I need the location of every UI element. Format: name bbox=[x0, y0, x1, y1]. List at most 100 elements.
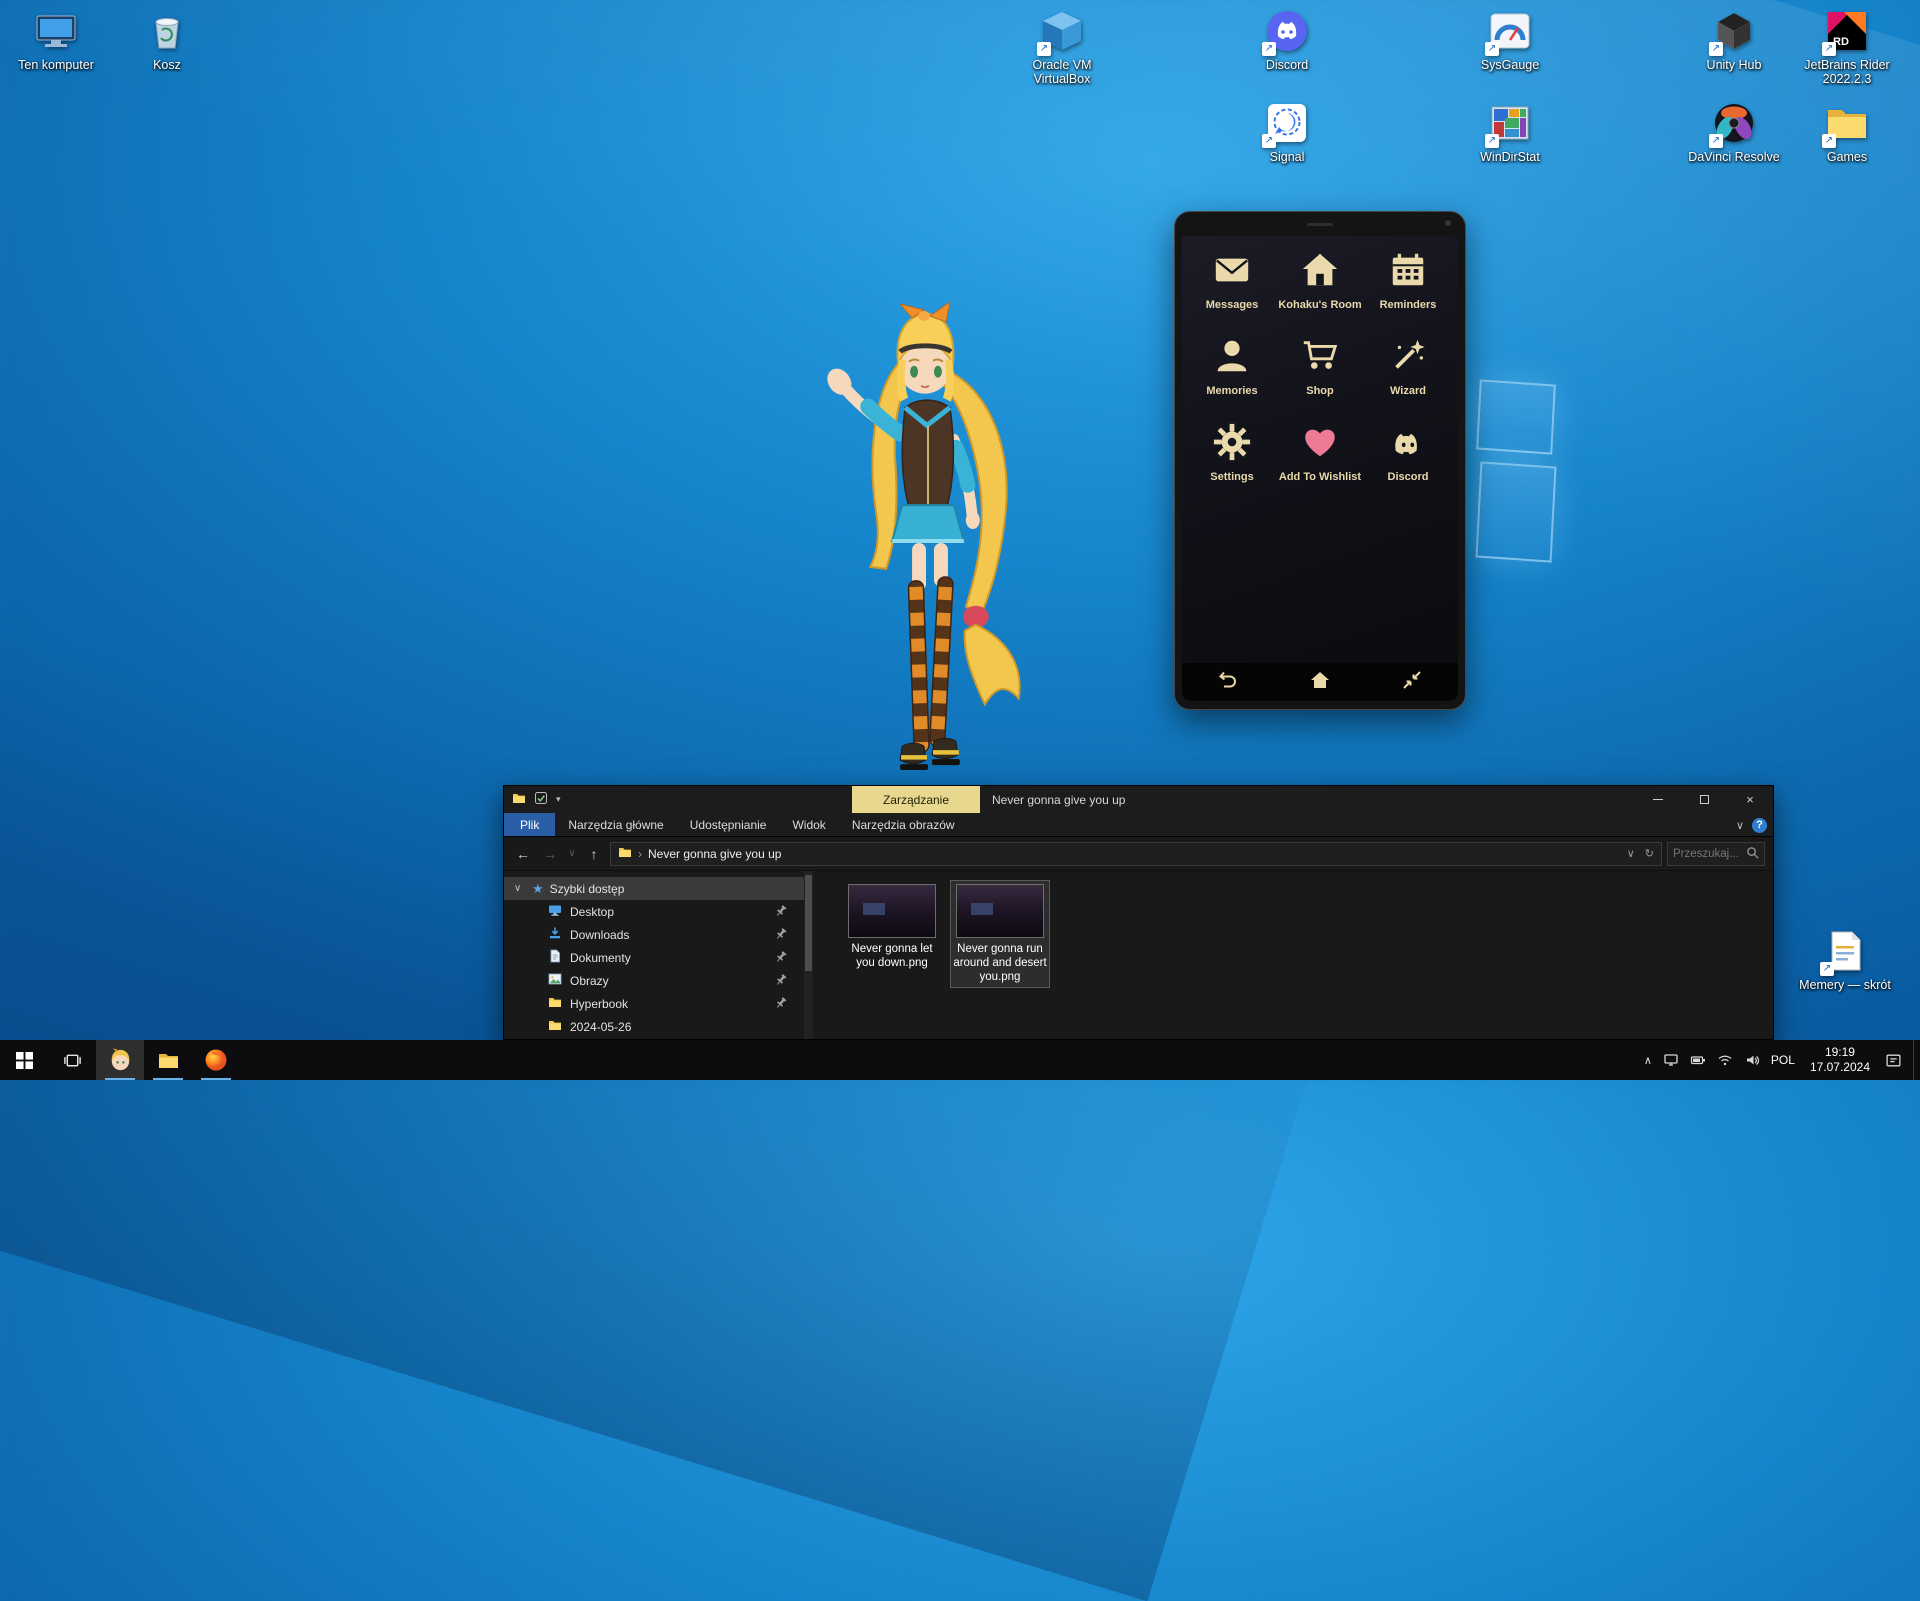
phone-minimize-button[interactable] bbox=[1392, 667, 1432, 697]
desktop-icon-unity-hub[interactable]: ↗ Unity Hub bbox=[1686, 8, 1782, 72]
refresh-icon[interactable]: ↻ bbox=[1645, 847, 1654, 860]
back-button[interactable]: ← bbox=[512, 846, 534, 862]
qat-properties-button[interactable] bbox=[534, 791, 548, 808]
sidebar-item-downloads[interactable]: Downloads bbox=[504, 923, 804, 946]
contextual-tab-zarzadzanie[interactable]: Zarządzanie bbox=[852, 786, 980, 813]
taskbar-kohaku-app[interactable] bbox=[96, 1040, 144, 1080]
phone-app-discord[interactable]: Discord bbox=[1364, 422, 1452, 496]
sidebar-item-dokumenty[interactable]: Dokumenty bbox=[504, 946, 804, 969]
desktop-icon-label: WinDirStat bbox=[1480, 150, 1540, 164]
file-item[interactable]: Never gonna let you down.png bbox=[843, 881, 941, 973]
search-input[interactable] bbox=[1673, 848, 1742, 860]
tab-udostepnianie[interactable]: Udostępnianie bbox=[677, 813, 780, 836]
desktop-icon-rider[interactable]: RD↗ JetBrains Rider 2022.2.3 bbox=[1799, 8, 1895, 87]
minimize-button[interactable] bbox=[1635, 786, 1681, 813]
taskbar-firefox[interactable] bbox=[192, 1040, 240, 1080]
sidebar-scrollbar[interactable] bbox=[804, 871, 813, 1039]
desktop-icon bbox=[548, 903, 562, 920]
file-name: Never gonna run around and desert you.pn… bbox=[953, 942, 1047, 984]
desktop-icon-davinci-resolve[interactable]: ↗ DaVinci Resolve bbox=[1686, 100, 1782, 164]
phone-app-memories[interactable]: Memories bbox=[1188, 336, 1276, 410]
address-folder-icon bbox=[618, 845, 632, 862]
phone-app-messages[interactable]: Messages bbox=[1188, 250, 1276, 324]
back-arrow-icon bbox=[1217, 669, 1239, 696]
desktop-icon-sysgauge[interactable]: ↗ SysGauge bbox=[1462, 8, 1558, 72]
firefox-icon bbox=[204, 1048, 228, 1072]
shortcut-arrow-badge: ↗ bbox=[1822, 134, 1836, 148]
desktop-icon-recycle-bin[interactable]: Kosz bbox=[119, 8, 215, 72]
phone-app-reminders[interactable]: Reminders bbox=[1364, 250, 1452, 324]
qat-customize-button[interactable]: ▾ bbox=[556, 794, 561, 805]
search-box[interactable] bbox=[1667, 842, 1765, 866]
kohaku-character[interactable] bbox=[812, 302, 1042, 785]
folder-icon: ↗ bbox=[1824, 100, 1870, 146]
hidden-icons-chevron[interactable]: ∧ bbox=[1644, 1054, 1652, 1067]
tab-plik[interactable]: Plik bbox=[504, 813, 555, 836]
phone-home-button[interactable] bbox=[1300, 667, 1340, 697]
phone-back-button[interactable] bbox=[1208, 667, 1248, 697]
forward-button[interactable]: → bbox=[539, 846, 561, 862]
action-center-icon[interactable] bbox=[1885, 1052, 1902, 1069]
window-title: Never gonna give you up bbox=[992, 786, 1125, 813]
desktop-icon-virtualbox[interactable]: ↗ Oracle VM VirtualBox bbox=[1014, 8, 1110, 87]
address-dropdown-icon[interactable]: ∨ bbox=[1627, 847, 1635, 860]
file-list: Never gonna let you down.png Never gonna… bbox=[813, 871, 1773, 1039]
breadcrumb[interactable]: Never gonna give you up bbox=[648, 847, 781, 861]
tab-narzedzia-glowne[interactable]: Narzędzia główne bbox=[555, 813, 676, 836]
ribbon-collapse-button[interactable]: ∨ bbox=[1736, 819, 1744, 832]
desktop-icon-discord[interactable]: ↗ Discord bbox=[1239, 8, 1335, 72]
address-bar[interactable]: › Never gonna give you up ∨ ↻ bbox=[610, 842, 1662, 866]
companion-phone-panel: Messages Kohaku's Room Reminders Memorie… bbox=[1174, 211, 1466, 710]
file-name: Never gonna let you down.png bbox=[845, 942, 939, 970]
shortcut-arrow-badge: ↗ bbox=[1709, 42, 1723, 56]
sidebar-item-desktop[interactable]: Desktop bbox=[504, 900, 804, 923]
phone-app-shop[interactable]: Shop bbox=[1276, 336, 1364, 410]
expander-icon[interactable]: ∨ bbox=[514, 883, 526, 894]
sidebar-item-hyperbook[interactable]: Hyperbook bbox=[504, 992, 804, 1015]
sidebar-item-folder[interactable]: 2024-05-26 bbox=[504, 1015, 804, 1038]
tray-volume-icon[interactable] bbox=[1744, 1052, 1760, 1068]
file-explorer-icon bbox=[157, 1049, 180, 1072]
desktop-icon-windirstat[interactable]: ↗ WinDirStat bbox=[1462, 100, 1558, 164]
desktop-icon-memery[interactable]: ↗ Memery — skrót bbox=[1797, 928, 1893, 992]
start-button[interactable] bbox=[0, 1040, 48, 1080]
taskbar-clock[interactable]: 19:19 17.07.2024 bbox=[1806, 1045, 1874, 1075]
file-thumbnail bbox=[848, 884, 936, 938]
file-explorer-window: ▾ Zarządzanie Never gonna give you up × … bbox=[503, 785, 1774, 1040]
phone-app-wizard[interactable]: Wizard bbox=[1364, 336, 1452, 410]
heart-icon bbox=[1300, 422, 1340, 467]
gear-icon bbox=[1212, 422, 1252, 467]
scrollbar-thumb[interactable] bbox=[805, 875, 812, 971]
taskbar-file-explorer[interactable] bbox=[144, 1040, 192, 1080]
show-desktop-button[interactable] bbox=[1913, 1040, 1918, 1080]
sidebar-item-obrazy[interactable]: Obrazy bbox=[504, 969, 804, 992]
desktop-icon-label: Unity Hub bbox=[1707, 58, 1762, 72]
help-button[interactable]: ? bbox=[1752, 818, 1767, 833]
title-bar[interactable]: ▾ Zarządzanie Never gonna give you up × bbox=[504, 786, 1773, 813]
shortcut-file-icon: ↗ bbox=[1822, 928, 1868, 974]
phone-app-kohakus-room[interactable]: Kohaku's Room bbox=[1276, 250, 1364, 324]
phone-app-settings[interactable]: Settings bbox=[1188, 422, 1276, 496]
pictures-icon bbox=[548, 972, 562, 989]
task-view-button[interactable] bbox=[48, 1040, 96, 1080]
phone-app-add-to-wishlist[interactable]: Add To Wishlist bbox=[1276, 422, 1364, 496]
tab-narzedzia-obrazow[interactable]: Narzędzia obrazów bbox=[839, 813, 968, 836]
desktop-icon-games[interactable]: ↗ Games bbox=[1799, 100, 1895, 164]
maximize-button[interactable] bbox=[1681, 786, 1727, 813]
breadcrumb-separator: › bbox=[638, 847, 642, 861]
tray-battery-icon[interactable] bbox=[1690, 1052, 1706, 1068]
sidebar-item-quick-access[interactable]: ∨ ★ Szybki dostęp bbox=[504, 877, 804, 900]
phone-app-label: Messages bbox=[1206, 299, 1259, 312]
desktop-icon-signal[interactable]: ↗ Signal bbox=[1239, 100, 1335, 164]
desktop-icon-this-pc[interactable]: Ten komputer bbox=[8, 8, 104, 72]
recent-locations-dropdown[interactable]: ∨ bbox=[566, 848, 578, 859]
tray-network-icon[interactable] bbox=[1717, 1052, 1733, 1068]
tab-widok[interactable]: Widok bbox=[779, 813, 838, 836]
language-indicator[interactable]: POL bbox=[1771, 1053, 1795, 1067]
tray-monitor-icon[interactable] bbox=[1663, 1052, 1679, 1068]
phone-app-label: Add To Wishlist bbox=[1279, 471, 1361, 484]
up-button[interactable]: ↑ bbox=[583, 846, 605, 862]
file-item-selected[interactable]: Never gonna run around and desert you.pn… bbox=[951, 881, 1049, 987]
close-button[interactable]: × bbox=[1727, 786, 1773, 813]
collapse-icon bbox=[1401, 669, 1423, 696]
